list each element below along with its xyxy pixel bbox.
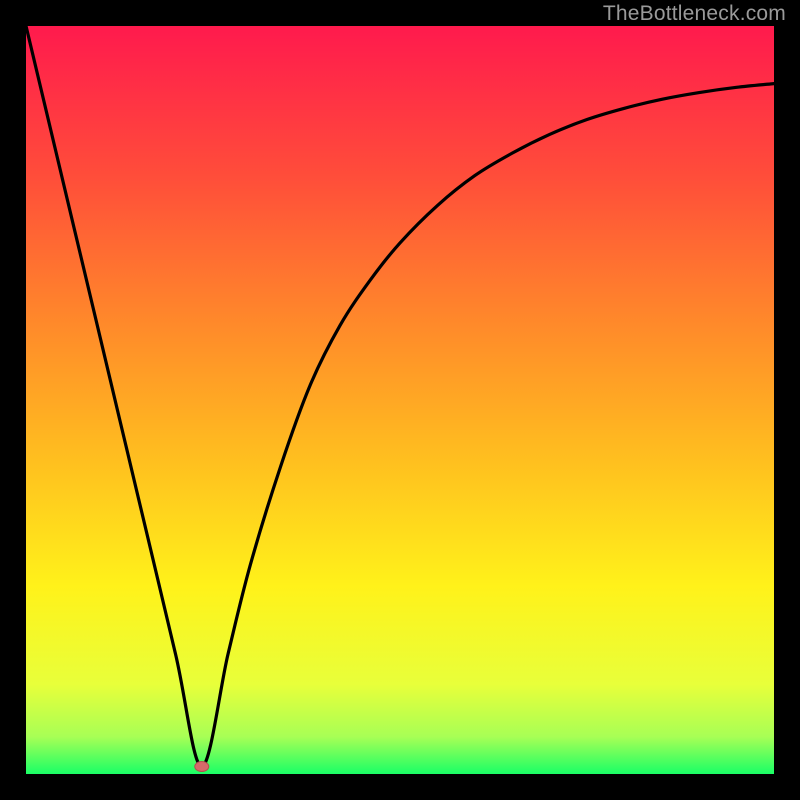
attribution-label: TheBottleneck.com (603, 2, 786, 26)
gradient-background (26, 26, 774, 774)
plot-area (26, 26, 774, 774)
minimum-marker (195, 762, 209, 772)
chart-frame: TheBottleneck.com (0, 0, 800, 800)
plot-svg (26, 26, 774, 774)
